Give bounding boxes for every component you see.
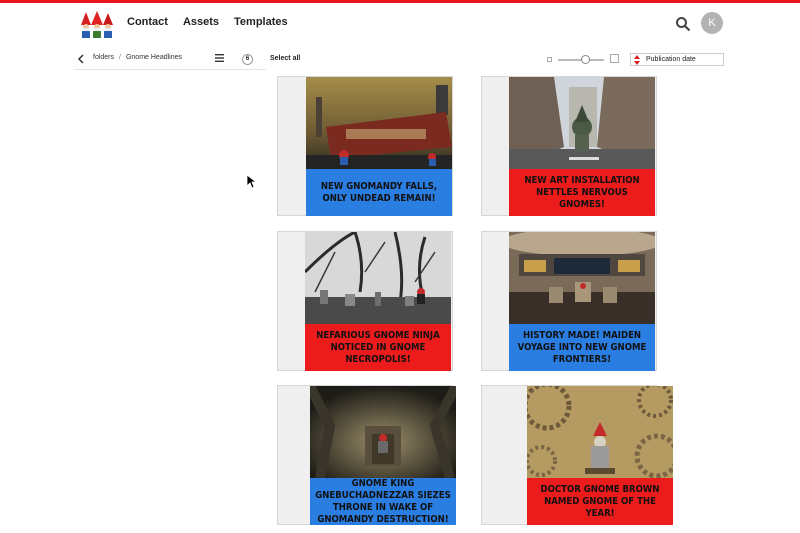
select-all-button[interactable]: Select all [270, 55, 300, 62]
headline-caption: History made! Maiden voyage into new gno… [509, 324, 655, 371]
headline-photo [527, 386, 673, 478]
asset-thumbnail: New art installation nettles nervous gno… [509, 77, 655, 216]
chevron-left-icon[interactable] [77, 54, 85, 64]
breadcrumb-folders[interactable]: folders [93, 54, 114, 61]
sort-dropdown[interactable]: Publication date [630, 53, 724, 66]
slider-thumb[interactable] [581, 55, 590, 64]
sort-value: Publication date [646, 56, 696, 63]
headline-caption: Gnome King Gnebuchadnezzar siezes throne… [310, 478, 456, 525]
asset-thumbnail: New Gnomandy Falls, only undead remain! [306, 77, 452, 216]
nav-assets[interactable]: Assets [183, 16, 219, 28]
nav-contact[interactable]: Contact [127, 16, 168, 28]
asset-card[interactable]: Doctor Gnome Brown named gnome of the ye… [481, 385, 673, 525]
sort-arrows-icon [634, 55, 640, 65]
headline-photo [305, 232, 451, 324]
mouse-cursor-icon [247, 175, 256, 189]
asset-card[interactable]: History made! Maiden voyage into new gno… [481, 231, 657, 371]
app-header: Contact Assets Templates K [0, 3, 800, 43]
asset-thumbnail: Nefarious gnome ninja noticed in gnome n… [305, 232, 451, 371]
headline-photo [509, 77, 655, 169]
headline-caption: New art installation nettles nervous gno… [509, 169, 655, 216]
headline-caption: Doctor Gnome Brown named gnome of the ye… [527, 478, 673, 525]
asset-card[interactable]: Nefarious gnome ninja noticed in gnome n… [277, 231, 453, 371]
headline-photo [310, 386, 456, 478]
thumbnail-size-slider[interactable] [558, 55, 604, 65]
breadcrumb: folders / Gnome Headlines [93, 54, 182, 61]
asset-thumbnail: Gnome King Gnebuchadnezzar siezes throne… [310, 386, 456, 525]
large-thumbnail-icon[interactable] [610, 54, 619, 63]
asset-thumbnail: History made! Maiden voyage into new gno… [509, 232, 655, 371]
nav-templates[interactable]: Templates [234, 16, 288, 28]
small-thumbnail-icon[interactable] [547, 57, 552, 62]
list-view-icon[interactable] [215, 54, 224, 62]
breadcrumb-current: Gnome Headlines [125, 54, 182, 61]
headline-photo [306, 77, 452, 169]
main-nav: Contact Assets Templates [127, 16, 288, 28]
gnome-logo-icon[interactable] [78, 11, 116, 41]
asset-count-badge: 6 [242, 54, 253, 65]
headline-caption: New Gnomandy Falls, only undead remain! [306, 169, 452, 216]
asset-card[interactable]: Gnome King Gnebuchadnezzar siezes throne… [277, 385, 456, 525]
headline-caption: Nefarious gnome ninja noticed in gnome n… [305, 324, 451, 371]
headline-photo [509, 232, 655, 324]
breadcrumb-separator: / [119, 54, 121, 61]
folder-breadcrumb-bar: folders / Gnome Headlines [74, 50, 266, 70]
asset-card[interactable]: New Gnomandy Falls, only undead remain! [277, 76, 453, 216]
asset-card[interactable]: New art installation nettles nervous gno… [481, 76, 657, 216]
user-avatar[interactable]: K [701, 12, 723, 34]
asset-thumbnail: Doctor Gnome Brown named gnome of the ye… [527, 386, 673, 525]
search-icon[interactable] [675, 16, 691, 32]
